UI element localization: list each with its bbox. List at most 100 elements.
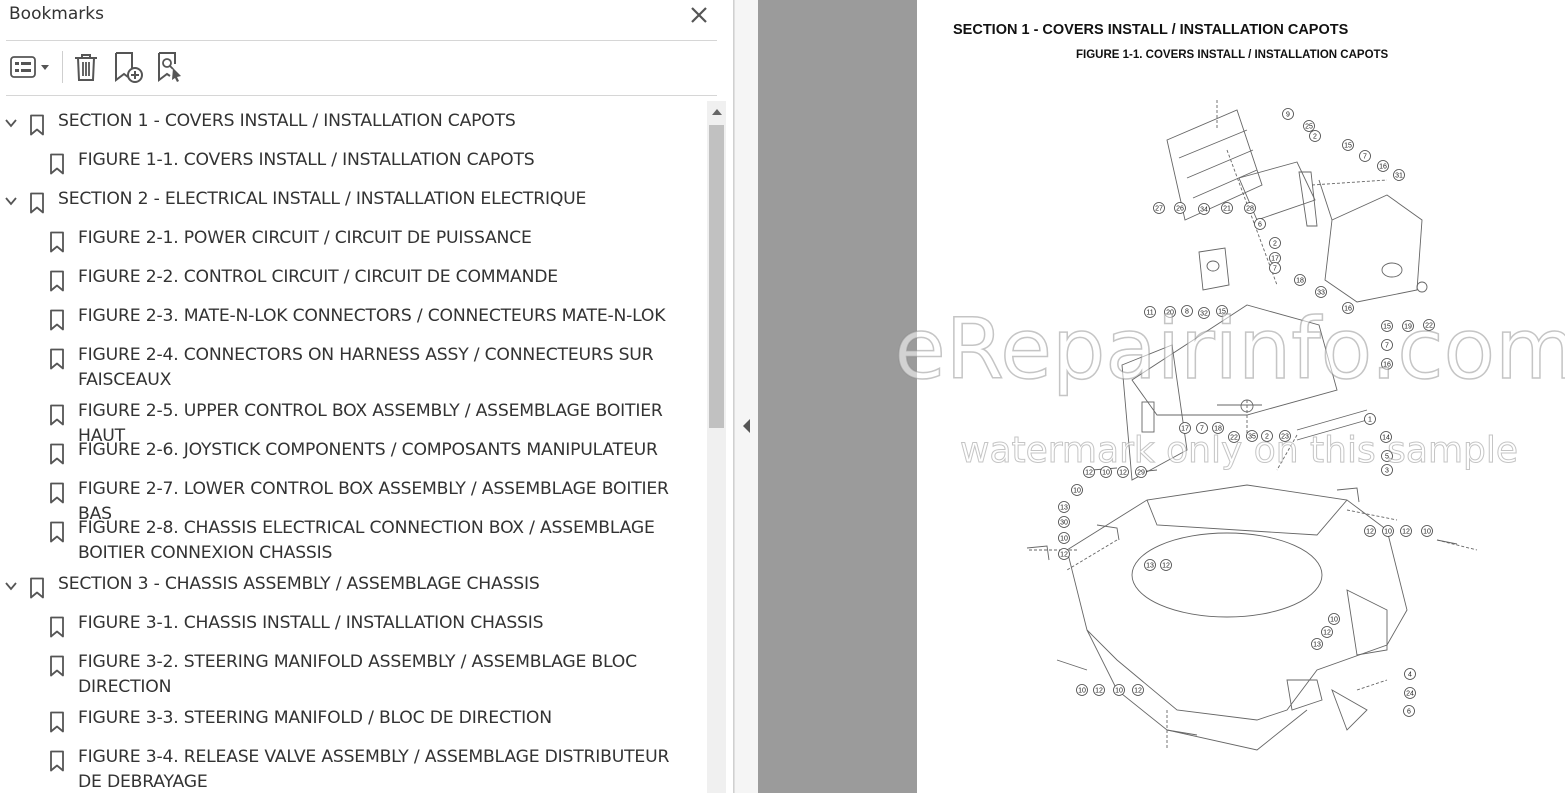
new-bookmark-button[interactable] (111, 49, 145, 85)
bookmark-item[interactable]: FIGURE 2-5. UPPER CONTROL BOX ASSEMBLY /… (0, 399, 706, 446)
part-callout: 10 (1113, 684, 1125, 696)
part-callout: 10 (1328, 613, 1340, 625)
part-callout: 15 (1342, 139, 1354, 151)
callout-number: 7 (1273, 266, 1277, 273)
part-callout: 18 (1294, 274, 1306, 286)
chevron-up-icon (711, 109, 722, 115)
bookmark-label: FIGURE 2-3. MATE-N-LOK CONNECTORS / CONN… (78, 306, 666, 326)
bookmark-label: FIGURE 2-1. POWER CIRCUIT / CIRCUIT DE P… (78, 228, 532, 248)
callout-number: 10 (1060, 536, 1068, 543)
part-callout: 10 (1421, 525, 1433, 537)
bookmark-icon (50, 482, 64, 504)
chevron-down-icon[interactable] (3, 578, 19, 594)
bookmark-item[interactable]: FIGURE 3-4. RELEASE VALVE ASSEMBLY / ASS… (0, 745, 706, 793)
callout-number: 10 (1330, 617, 1338, 624)
callout-number: 18 (1296, 278, 1304, 285)
list-options-icon (10, 56, 49, 78)
callout-number: 12 (1162, 563, 1170, 570)
part-callout: 10 (1058, 532, 1070, 544)
callout-number: 31 (1395, 173, 1403, 180)
part-callout: 25 (1303, 120, 1315, 132)
section-heading: SECTION 1 - COVERS INSTALL / INSTALLATIO… (953, 22, 1349, 38)
trash-icon (75, 54, 97, 81)
chevron-down-icon[interactable] (3, 115, 19, 131)
bookmark-section[interactable]: SECTION 3 - CHASSIS ASSEMBLY / ASSEMBLAG… (0, 572, 706, 611)
close-panel-button[interactable] (686, 2, 712, 28)
bookmark-label: FIGURE 3-2. STEERING MANIFOLD ASSEMBLY /… (78, 652, 637, 697)
callout-number: 12 (1366, 529, 1374, 536)
panel-splitter[interactable] (734, 0, 758, 793)
callout-number: 6 (1258, 222, 1262, 229)
options-menu-button[interactable] (6, 49, 54, 85)
find-bookmark-button[interactable] (155, 49, 187, 85)
close-icon (691, 7, 707, 23)
scroll-up-button[interactable] (707, 101, 726, 123)
callout-number: 34 (1200, 207, 1208, 214)
delete-bookmark-button[interactable] (70, 49, 102, 85)
panel-title: Bookmarks (9, 4, 104, 24)
chevron-down-icon[interactable] (3, 193, 19, 209)
bookmark-icon (50, 616, 64, 638)
bookmark-item[interactable]: FIGURE 2-2. CONTROL CIRCUIT / CIRCUIT DE… (0, 265, 706, 304)
part-callout: 30 (1058, 516, 1070, 528)
vertical-scrollbar[interactable] (707, 101, 726, 793)
part-callout: 6 (1254, 218, 1266, 230)
bookmark-section[interactable]: SECTION 1 - COVERS INSTALL / INSTALLATIO… (0, 109, 706, 148)
bookmark-item[interactable]: FIGURE 3-1. CHASSIS INSTALL / INSTALLATI… (0, 611, 706, 650)
callout-number: 28 (1246, 206, 1254, 213)
watermark-sub: watermark only on this sample (959, 430, 1519, 472)
callout-number: 21 (1223, 206, 1231, 213)
bookmark-section[interactable]: SECTION 2 - ELECTRICAL INSTALL / INSTALL… (0, 187, 706, 226)
bookmark-item[interactable]: FIGURE 2-3. MATE-N-LOK CONNECTORS / CONN… (0, 304, 706, 343)
part-callout: 27 (1153, 202, 1165, 214)
bookmark-item[interactable]: FIGURE 2-7. LOWER CONTROL BOX ASSEMBLY /… (0, 477, 706, 524)
bookmark-item[interactable]: FIGURE 3-3. STEERING MANIFOLD / BLOC DE … (0, 706, 706, 745)
part-callout: 12 (1321, 626, 1333, 638)
collapse-panel-button[interactable] (741, 416, 753, 436)
part-callout: 12 (1132, 684, 1144, 696)
bookmark-icon (50, 711, 64, 733)
bookmark-icon (30, 577, 44, 599)
callout-number: 1 (1368, 417, 1372, 424)
callout-number: 2 (1313, 134, 1317, 141)
bookmark-item[interactable]: FIGURE 2-4. CONNECTORS ON HARNESS ASSY /… (0, 343, 706, 399)
bookmark-item[interactable]: FIGURE 1-1. COVERS INSTALL / INSTALLATIO… (0, 148, 706, 187)
callout-number: 17 (1271, 256, 1279, 263)
bookmark-icon (50, 404, 64, 426)
callout-number: 12 (1095, 688, 1103, 695)
bookmark-icon (50, 655, 64, 677)
part-callout: 6 (1403, 705, 1415, 717)
bookmark-icon (30, 114, 44, 136)
callout-number: 24 (1406, 691, 1414, 698)
callout-number: 9 (1286, 112, 1290, 119)
bookmark-item[interactable]: FIGURE 3-2. STEERING MANIFOLD ASSEMBLY /… (0, 650, 706, 706)
part-callout: 13 (1144, 559, 1156, 571)
watermark-main: eRepairinfo.com (893, 299, 1565, 399)
part-callout: 12 (1400, 525, 1412, 537)
bookmark-item[interactable]: FIGURE 2-1. POWER CIRCUIT / CIRCUIT DE P… (0, 226, 706, 265)
part-callout: 10 (1071, 484, 1083, 496)
bookmark-item[interactable]: FIGURE 2-8. CHASSIS ELECTRICAL CONNECTIO… (0, 516, 706, 572)
callout-number: 27 (1155, 206, 1163, 213)
callout-number: 30 (1060, 520, 1068, 527)
callout-number: 7 (1363, 154, 1367, 161)
bookmark-item[interactable]: FIGURE 2-6. JOYSTICK COMPONENTS / COMPOS… (0, 438, 706, 477)
part-callout: 10 (1382, 525, 1394, 537)
callout-number: 12 (1402, 529, 1410, 536)
callout-number: 12 (1060, 552, 1068, 559)
bookmark-label: FIGURE 2-4. CONNECTORS ON HARNESS ASSY /… (78, 345, 654, 390)
bookmark-icon (50, 443, 64, 465)
bookmark-label: FIGURE 2-2. CONTROL CIRCUIT / CIRCUIT DE… (78, 267, 558, 287)
part-callout: 2 (1269, 237, 1281, 249)
chevron-left-icon (743, 419, 750, 433)
bookmark-label: SECTION 2 - ELECTRICAL INSTALL / INSTALL… (58, 189, 587, 209)
part-callout: 16 (1377, 160, 1389, 172)
part-callout: 26 (1174, 202, 1186, 214)
bookmark-label: SECTION 3 - CHASSIS ASSEMBLY / ASSEMBLAG… (58, 574, 540, 594)
part-callout: 24 (1404, 687, 1416, 699)
part-callout: 4 (1404, 668, 1416, 680)
bookmark-icon (50, 521, 64, 543)
bookmark-icon (50, 309, 64, 331)
scroll-thumb[interactable] (709, 125, 724, 428)
new-bookmark-icon (115, 52, 143, 83)
